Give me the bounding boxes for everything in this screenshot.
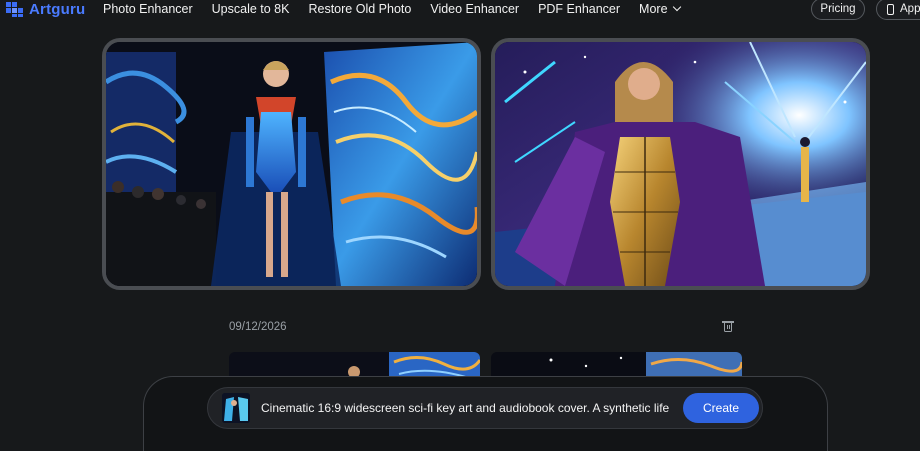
create-button[interactable]: Create — [683, 393, 759, 423]
nav-more-menu[interactable]: More — [639, 2, 681, 16]
reference-artwork — [222, 393, 250, 423]
brand-name: Artguru — [29, 1, 86, 18]
runway-model-artwork — [106, 42, 477, 286]
generation-date: 09/12/2026 — [229, 321, 287, 333]
top-navigation: Artguru Photo Enhancer Upscale to 8K Res… — [0, 0, 920, 20]
brand-logo[interactable]: Artguru — [6, 1, 85, 18]
artguru-logo-icon — [6, 2, 24, 17]
pricing-button[interactable]: Pricing — [811, 0, 865, 20]
generated-image-1[interactable] — [102, 38, 481, 290]
nav-link-pdf-enhancer[interactable]: PDF Enhancer — [538, 2, 620, 16]
nav-link-upscale[interactable]: Upscale to 8K — [212, 2, 290, 16]
reference-image-thumbnail[interactable] — [222, 393, 250, 423]
trash-icon[interactable] — [722, 321, 734, 332]
nav-links: Photo Enhancer Upscale to 8K Restore Old… — [103, 2, 699, 16]
phone-icon — [887, 3, 894, 15]
prompt-input[interactable]: Cinematic 16:9 widescreen sci-fi key art… — [261, 401, 676, 415]
chevron-down-icon — [672, 2, 681, 12]
generated-image-2[interactable] — [491, 38, 870, 290]
nav-link-restore-old-photo[interactable]: Restore Old Photo — [308, 2, 411, 16]
nav-link-video-enhancer[interactable]: Video Enhancer — [430, 2, 519, 16]
runway-model-artwork — [495, 42, 866, 286]
nav-link-photo-enhancer[interactable]: Photo Enhancer — [103, 2, 193, 16]
nav-more-label: More — [639, 2, 668, 16]
app-button-label: App — [900, 3, 920, 15]
app-button[interactable]: App — [876, 0, 920, 20]
